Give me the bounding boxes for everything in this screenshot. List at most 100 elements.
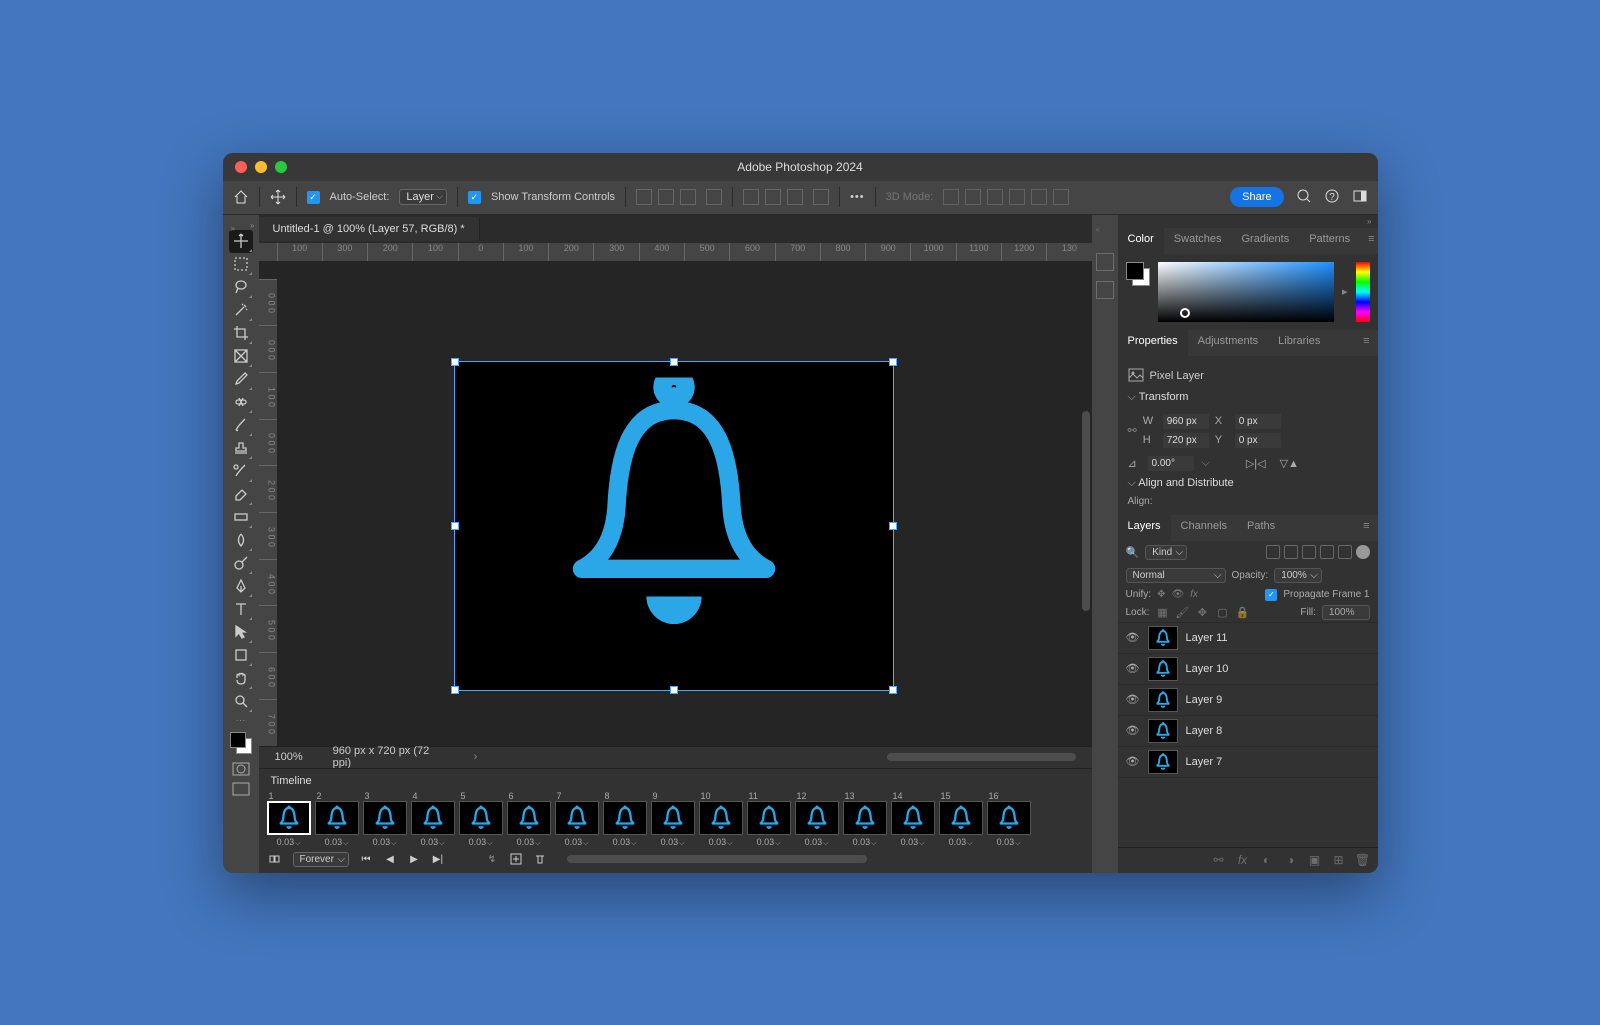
frame-3[interactable]: 30.03 <box>363 791 407 848</box>
gradient-tool[interactable] <box>229 506 253 529</box>
frame-11[interactable]: 110.03 <box>747 791 791 848</box>
fill-input[interactable]: 100% <box>1322 605 1370 620</box>
timeline-scrollbar[interactable] <box>567 855 867 863</box>
hand-tool[interactable] <box>229 667 253 690</box>
visibility-icon[interactable]: 👁 <box>1126 662 1140 675</box>
lock-trans-icon[interactable]: ▦ <box>1155 605 1169 619</box>
align-section[interactable]: Align and Distribute <box>1128 477 1368 490</box>
frame-4[interactable]: 40.03 <box>411 791 455 848</box>
shape-tool[interactable] <box>229 644 253 667</box>
link-icon[interactable]: ⚯ <box>1128 424 1137 437</box>
visibility-icon[interactable]: 👁 <box>1126 631 1140 644</box>
loop-dropdown[interactable]: Forever <box>293 852 349 867</box>
transform-section[interactable]: Transform <box>1128 391 1368 404</box>
propagate-checkbox[interactable]: ✓ <box>1265 589 1277 601</box>
layer-item[interactable]: 👁Layer 11 <box>1118 623 1378 654</box>
unify-style-icon[interactable]: fx <box>1190 589 1198 600</box>
path-select-tool[interactable] <box>229 621 253 644</box>
tab-paths[interactable]: Paths <box>1237 515 1285 541</box>
frame-tool[interactable] <box>229 345 253 368</box>
frame-8[interactable]: 80.03 <box>603 791 647 848</box>
filter-pixel-icon[interactable] <box>1266 545 1280 559</box>
dock-icon-1[interactable] <box>1096 253 1114 271</box>
eyedropper-tool[interactable] <box>229 368 253 391</box>
layer-item[interactable]: 👁Layer 10 <box>1118 654 1378 685</box>
auto-select-checkbox[interactable]: ✓ <box>307 191 320 204</box>
align-group[interactable] <box>636 189 696 205</box>
group-icon[interactable]: ▣ <box>1308 853 1322 867</box>
share-button[interactable]: Share <box>1230 187 1283 207</box>
width-input[interactable] <box>1163 414 1209 429</box>
layer-item[interactable]: 👁Layer 7 <box>1118 747 1378 778</box>
convert-timeline-icon[interactable] <box>269 852 283 866</box>
scrollbar-horizontal[interactable] <box>887 753 1075 761</box>
home-icon[interactable] <box>233 189 249 205</box>
visibility-icon[interactable]: 👁 <box>1126 724 1140 737</box>
align-group-2[interactable] <box>706 189 722 205</box>
color-field[interactable] <box>1158 262 1334 322</box>
frame-13[interactable]: 130.03 <box>843 791 887 848</box>
scrollbar-vertical[interactable] <box>1082 411 1090 611</box>
dock-icon-2[interactable] <box>1096 281 1114 299</box>
tab-layers[interactable]: Layers <box>1118 515 1171 541</box>
unify-position-icon[interactable]: ✥ <box>1157 589 1165 600</box>
tab-swatches[interactable]: Swatches <box>1164 228 1232 254</box>
lock-all-icon[interactable]: 🔒 <box>1235 605 1249 619</box>
frame-1[interactable]: 10.03 <box>267 791 311 848</box>
x-input[interactable] <box>1235 414 1281 429</box>
tab-channels[interactable]: Channels <box>1171 515 1237 541</box>
visibility-icon[interactable]: 👁 <box>1126 755 1140 768</box>
wand-tool[interactable] <box>229 299 253 322</box>
document-tab[interactable]: Untitled-1 @ 100% (Layer 57, RGB/8) * <box>259 217 480 241</box>
new-layer-icon[interactable]: ⊞ <box>1332 853 1346 867</box>
prev-frame-icon[interactable]: ◀ <box>383 852 397 866</box>
pen-tool[interactable] <box>229 575 253 598</box>
color-swatch-panel[interactable] <box>1126 262 1150 286</box>
close-window[interactable] <box>235 161 247 173</box>
color-swatch[interactable] <box>230 732 252 754</box>
chevron-right-icon[interactable]: › <box>474 751 478 763</box>
marquee-tool[interactable] <box>229 253 253 276</box>
screen-mode-icon[interactable] <box>232 782 250 796</box>
tab-libraries[interactable]: Libraries <box>1268 330 1330 356</box>
frame-10[interactable]: 100.03 <box>699 791 743 848</box>
filter-type-icon[interactable] <box>1302 545 1316 559</box>
hue-strip[interactable] <box>1356 262 1370 322</box>
kind-filter[interactable]: Kind <box>1145 545 1187 560</box>
filter-toggle-icon[interactable] <box>1356 545 1370 559</box>
unify-visibility-icon[interactable]: 👁 <box>1171 589 1184 600</box>
blur-tool[interactable] <box>229 529 253 552</box>
stamp-tool[interactable] <box>229 437 253 460</box>
canvas[interactable] <box>454 361 894 691</box>
opacity-input[interactable]: 100% <box>1274 568 1322 583</box>
filter-smart-icon[interactable] <box>1338 545 1352 559</box>
frame-7[interactable]: 70.03 <box>555 791 599 848</box>
frame-16[interactable]: 160.03 <box>987 791 1031 848</box>
y-input[interactable] <box>1235 433 1281 448</box>
search-icon[interactable]: 🔍 <box>1126 546 1140 559</box>
tab-patterns[interactable]: Patterns <box>1299 228 1360 254</box>
tab-color[interactable]: Color <box>1118 228 1164 254</box>
tween-icon[interactable]: ↯ <box>485 852 499 866</box>
show-transform-checkbox[interactable]: ✓ <box>468 191 481 204</box>
distribute-group-2[interactable] <box>813 189 829 205</box>
blend-mode-dropdown[interactable]: Normal <box>1126 568 1226 583</box>
frame-6[interactable]: 60.03 <box>507 791 551 848</box>
help-icon[interactable]: ? <box>1324 188 1340 207</box>
layer-item[interactable]: 👁Layer 8 <box>1118 716 1378 747</box>
dodge-tool[interactable] <box>229 552 253 575</box>
next-frame-icon[interactable]: ▶| <box>431 852 445 866</box>
first-frame-icon[interactable]: ⏮ <box>359 852 373 866</box>
distribute-group[interactable] <box>743 189 803 205</box>
history-brush-tool[interactable] <box>229 460 253 483</box>
visibility-icon[interactable]: 👁 <box>1126 693 1140 706</box>
panel-menu-icon[interactable]: ≡ <box>1355 515 1377 541</box>
lasso-tool[interactable] <box>229 276 253 299</box>
more-icon[interactable]: ••• <box>850 191 865 203</box>
healing-tool[interactable] <box>229 391 253 414</box>
link-layers-icon[interactable]: ⚯ <box>1212 853 1226 867</box>
frame-15[interactable]: 150.03 <box>939 791 983 848</box>
frame-5[interactable]: 50.03 <box>459 791 503 848</box>
maximize-window[interactable] <box>275 161 287 173</box>
frame-9[interactable]: 90.03 <box>651 791 695 848</box>
